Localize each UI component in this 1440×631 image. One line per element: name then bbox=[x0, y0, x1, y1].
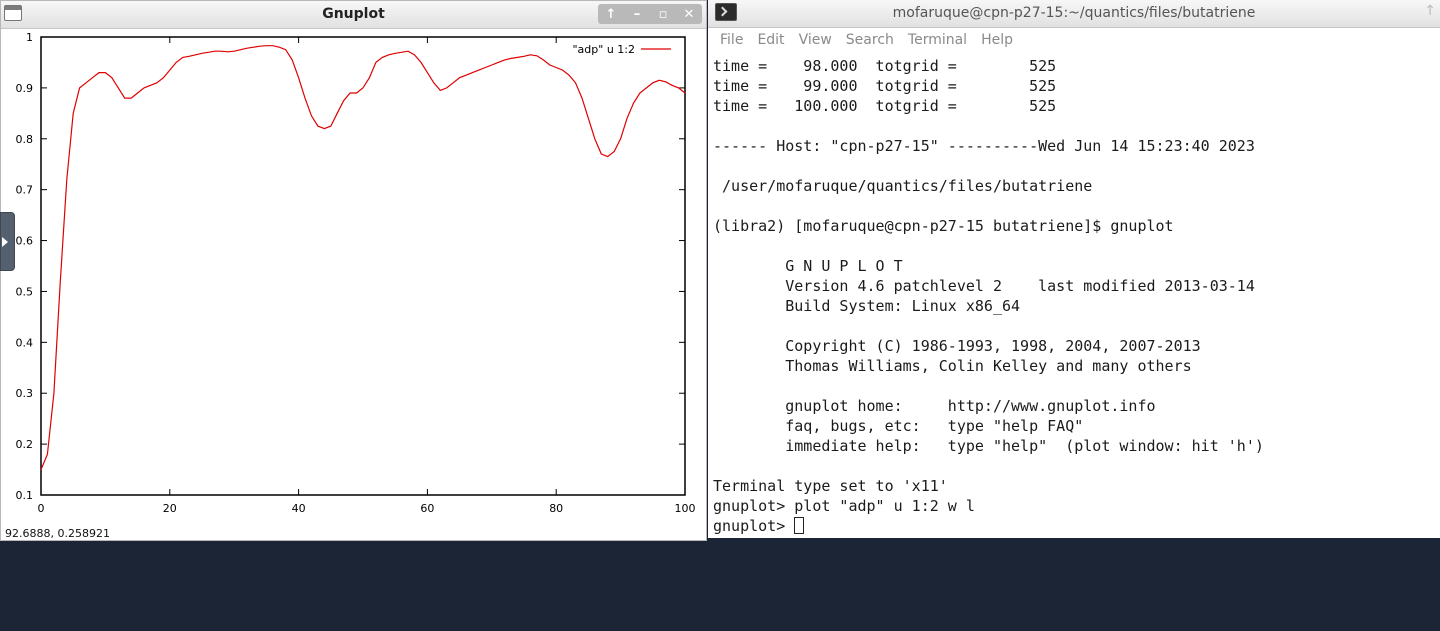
y-tick-label: 0.6 bbox=[16, 235, 34, 248]
minimize-button[interactable]: – bbox=[628, 7, 646, 22]
x-tick-label: 60 bbox=[420, 502, 434, 515]
terminal-menubar: File Edit View Search Terminal Help bbox=[708, 28, 1440, 54]
mouse-coordinates: 92.6888, 0.258921 bbox=[5, 527, 110, 540]
terminal-line: gnuplot> plot "adp" u 1:2 w l bbox=[713, 497, 975, 515]
terminal-line: Terminal type set to 'x11' bbox=[713, 477, 948, 495]
gnuplot-titlebar[interactable]: Gnuplot ↑ – ▫ ✕ bbox=[1, 1, 706, 29]
x-tick-label: 100 bbox=[675, 502, 696, 515]
y-tick-label: 0.1 bbox=[16, 489, 34, 502]
menu-view[interactable]: View bbox=[792, 28, 839, 54]
y-tick-label: 0.3 bbox=[16, 387, 34, 400]
y-tick-label: 0.2 bbox=[16, 438, 34, 451]
shade-button[interactable]: ↑ bbox=[602, 7, 620, 22]
menu-edit[interactable]: Edit bbox=[750, 28, 791, 54]
x-tick-label: 20 bbox=[163, 502, 177, 515]
shade-button-icon[interactable]: ↑ bbox=[1424, 3, 1436, 19]
terminal-prompt-line[interactable]: gnuplot> bbox=[713, 516, 1264, 536]
maximize-button[interactable]: ▫ bbox=[654, 7, 672, 22]
terminal-line: Version 4.6 patchlevel 2 last modified 2… bbox=[713, 277, 1255, 295]
terminal-line: Thomas Williams, Colin Kelley and many o… bbox=[713, 357, 1192, 375]
y-tick-label: 0.4 bbox=[16, 336, 34, 349]
gnuplot-window: Gnuplot ↑ – ▫ ✕ 0.1 0.2 0.3 0.4 0.5 0.6 0.7 0.8… bbox=[0, 0, 707, 541]
menu-help[interactable]: Help bbox=[974, 28, 1020, 54]
terminal-prompt: gnuplot> bbox=[713, 517, 795, 535]
terminal-line: faq, bugs, etc: type "help FAQ" bbox=[713, 417, 1084, 435]
terminal-line: Copyright (C) 1986-1993, 1998, 2004, 200… bbox=[713, 337, 1201, 355]
series-line bbox=[40, 45, 686, 470]
plot-border bbox=[40, 36, 686, 496]
plot-canvas[interactable]: 0.1 0.2 0.3 0.4 0.5 0.6 0.7 0.8 0.9 1 0 20 40 60 80 100… bbox=[1, 29, 706, 525]
legend-label: "adp" u 1:2 bbox=[573, 43, 636, 56]
terminal-line: time = 98.000 totgrid = 525 bbox=[713, 57, 1057, 75]
menu-search[interactable]: Search bbox=[839, 28, 901, 54]
terminal-line: immediate help: type "help" (plot window… bbox=[713, 437, 1264, 455]
terminal-title: mofaruque@cpn-p27-15:~/quantics/files/bu… bbox=[892, 5, 1256, 21]
terminal-line: G N U P L O T bbox=[713, 257, 903, 275]
x-tick-label: 40 bbox=[292, 502, 306, 515]
terminal-window: mofaruque@cpn-p27-15:~/quantics/files/bu… bbox=[708, 0, 1440, 538]
menu-file[interactable]: File bbox=[713, 28, 750, 54]
terminal-titlebar[interactable]: mofaruque@cpn-p27-15:~/quantics/files/bu… bbox=[708, 0, 1440, 28]
y-tick-label: 0.7 bbox=[16, 184, 34, 197]
terminal-line: Build System: Linux x86_64 bbox=[713, 297, 1021, 315]
y-tick-label: 0.8 bbox=[16, 133, 34, 146]
terminal-line: /user/mofaruque/quantics/files/butatrien… bbox=[713, 177, 1093, 195]
y-tick-label: 1 bbox=[26, 31, 33, 44]
x-tick-label: 80 bbox=[549, 502, 563, 515]
y-tick-label: 0.5 bbox=[16, 285, 34, 298]
terminal-line: ------ Host: "cpn-p27-15" ----------Wed … bbox=[713, 137, 1255, 155]
x-tick-label: 0 bbox=[38, 502, 45, 515]
terminal-line: time = 100.000 totgrid = 525 bbox=[713, 97, 1057, 115]
terminal-line: (libra2) [mofaruque@cpn-p27-15 butatrien… bbox=[713, 217, 1174, 235]
terminal-line: time = 99.000 totgrid = 525 bbox=[713, 77, 1057, 95]
side-panel-handle[interactable] bbox=[0, 212, 15, 271]
terminal-cursor bbox=[794, 517, 805, 534]
terminal-output[interactable]: time = 98.000 totgrid = 525 time = 99.000… bbox=[713, 56, 1264, 536]
y-tick-label: 0.9 bbox=[16, 82, 34, 95]
menu-terminal[interactable]: Terminal bbox=[901, 28, 974, 54]
close-button[interactable]: ✕ bbox=[680, 7, 698, 22]
terminal-line: gnuplot home: http://www.gnuplot.info bbox=[713, 397, 1156, 415]
window-controls: ↑ – ▫ ✕ bbox=[598, 4, 702, 24]
